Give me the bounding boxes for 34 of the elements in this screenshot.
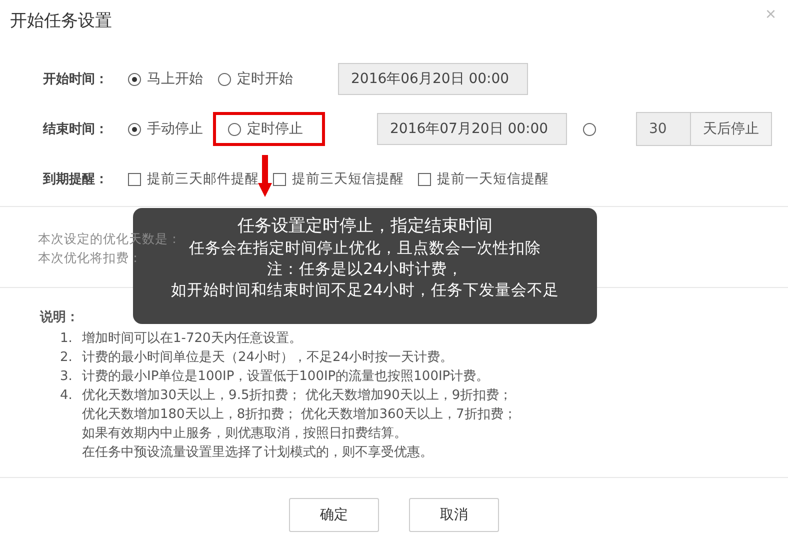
days-suffix: 天后停止 bbox=[691, 113, 771, 145]
radio-option[interactable]: 马上开始 bbox=[128, 62, 218, 96]
note-text: 如果有效期内中止服务，则优惠取消，按照日扣费结算。 bbox=[82, 425, 408, 443]
summary-text: 本次优化将扣费： bbox=[38, 249, 142, 267]
dialog-button[interactable]: 确定 bbox=[289, 498, 379, 532]
list-number: 3. bbox=[60, 368, 74, 386]
list-number: 1. bbox=[60, 330, 74, 348]
note-text: 增加时间可以在1-720天内任意设置。 bbox=[82, 330, 302, 348]
dialog-title: 开始任务设置 bbox=[10, 10, 112, 32]
tooltip-text: 任务设置定时停止，指定结束时间 bbox=[238, 215, 492, 238]
note-text: 优化天数增加180天以上，8折扣费； 优化天数增加360天以上，7折扣费； bbox=[82, 406, 516, 424]
checkbox-option[interactable]: 提前三天邮件提醒 bbox=[128, 170, 259, 188]
field-label: 开始时间： bbox=[43, 71, 109, 88]
date-field[interactable]: 2016年06月20日 00:00 bbox=[338, 63, 528, 95]
checkbox-option[interactable]: 提前三天短信提醒 bbox=[273, 170, 404, 188]
down-arrow-icon bbox=[258, 155, 272, 197]
field-label: 结束时间： bbox=[43, 121, 109, 138]
date-field[interactable]: 2016年07月20日 00:00 bbox=[377, 113, 567, 145]
tooltip-text: 如开始时间和结束时间不足24小时，任务下发量会不足 bbox=[171, 280, 559, 301]
radio-option[interactable]: 定时开始 bbox=[218, 62, 306, 96]
note-text: 计费的最小时间单位是天（24小时），不足24小时按一天计费。 bbox=[82, 349, 454, 367]
note-text: 在任务中预设流量设置里选择了计划模式的，则不享受优惠。 bbox=[82, 444, 434, 462]
tooltip-text: 注：任务是以24小时计费， bbox=[267, 259, 463, 280]
field-label: 到期提醒： bbox=[43, 171, 109, 188]
dialog-button[interactable]: 取消 bbox=[409, 498, 499, 532]
checkbox-option[interactable]: 提前一天短信提醒 bbox=[418, 170, 549, 188]
notes-heading: 说明： bbox=[40, 309, 80, 327]
tooltip-text: 任务会在指定时间停止优化，且点数会一次性扣除 bbox=[189, 238, 541, 259]
list-number: 2. bbox=[60, 349, 74, 367]
note-text: 优化天数增加30天以上，9.5折扣费； 优化天数增加90天以上，9折扣费； bbox=[82, 387, 514, 405]
list-number: 4. bbox=[60, 387, 74, 405]
note-text: 计费的最小IP单位是100IP，设置低于100IP的流量也按照100IP计费。 bbox=[82, 368, 490, 386]
days-field[interactable]: 30 bbox=[637, 113, 691, 145]
radio-button[interactable] bbox=[583, 122, 596, 136]
